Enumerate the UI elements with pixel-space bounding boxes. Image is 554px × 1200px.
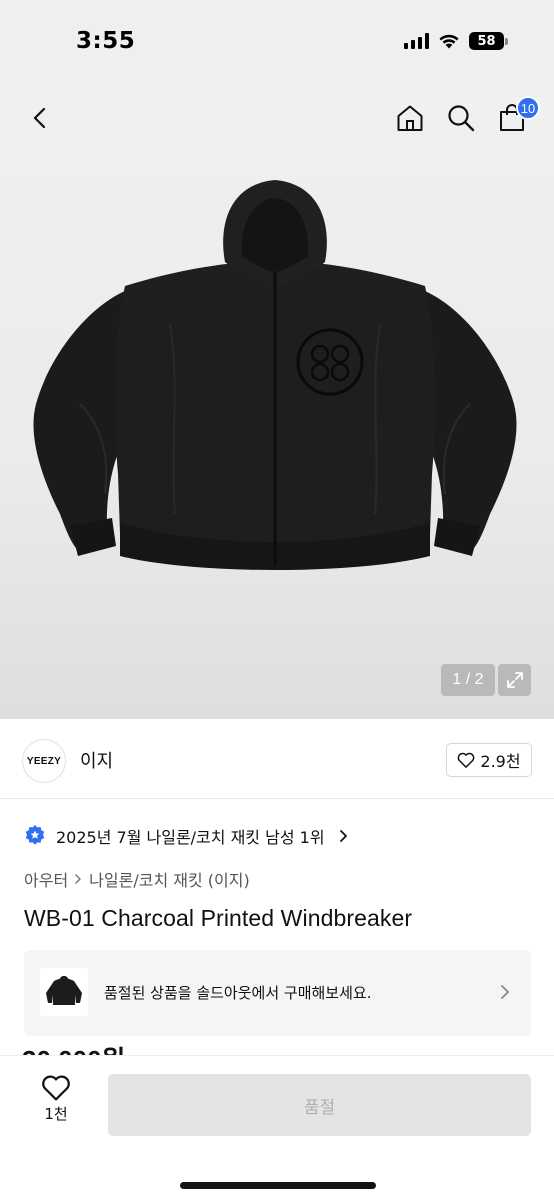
- heart-icon: [458, 752, 475, 768]
- soldout-text: 품절된 상품을 솔드아웃에서 구매해보세요.: [104, 984, 372, 1002]
- product-title: WB-01 Charcoal Printed Windbreaker: [24, 905, 413, 931]
- brand-row[interactable]: YEEZY 이지 2.9천: [0, 719, 554, 799]
- sold-out-button[interactable]: 품절: [108, 1074, 531, 1136]
- cart-badge: 10: [516, 96, 540, 120]
- breadcrumb-item-outer[interactable]: 아우터: [24, 867, 68, 891]
- expand-button[interactable]: [498, 664, 531, 696]
- brand-name[interactable]: 이지: [80, 747, 113, 773]
- top-navigation: 10: [0, 84, 554, 156]
- chevron-right-icon: [74, 873, 83, 885]
- battery-icon: 58: [469, 32, 508, 50]
- product-gallery[interactable]: 10 1 / 2: [0, 84, 554, 719]
- star-badge-icon: [25, 825, 45, 845]
- status-time: 3:55: [76, 28, 136, 54]
- home-icon: [397, 105, 423, 131]
- chevron-right-icon: [501, 985, 509, 999]
- bottom-action-bar: 1천 품절: [0, 1055, 554, 1200]
- search-icon: [448, 105, 475, 132]
- product-image[interactable]: [20, 174, 530, 584]
- brand-like-count: 2.9천: [480, 752, 521, 771]
- search-button[interactable]: [441, 98, 481, 138]
- soldout-thumbnail: [40, 968, 88, 1016]
- wishlist-count: 1천: [44, 1105, 68, 1123]
- wifi-icon: [439, 34, 459, 49]
- status-icons: 58: [404, 32, 508, 50]
- breadcrumb: 아우터 나일론/코치 재킷 (이지): [24, 867, 250, 891]
- status-bar: 3:55 58: [0, 0, 554, 84]
- back-button[interactable]: [20, 98, 60, 138]
- wishlist-button[interactable]: 1천: [30, 1074, 82, 1124]
- chevron-right-icon: [339, 829, 349, 843]
- battery-level: 58: [469, 32, 504, 50]
- ranking-text: 2025년 7월 나일론/코치 재킷 남성 1위: [56, 828, 325, 847]
- heart-icon: [42, 1075, 70, 1101]
- signal-icon: [404, 33, 429, 49]
- expand-icon: [506, 672, 523, 688]
- breadcrumb-item-category[interactable]: 나일론/코치 재킷 (이지): [89, 867, 250, 891]
- gallery-pager: 1 / 2: [441, 664, 495, 696]
- soldout-banner[interactable]: 품절된 상품을 솔드아웃에서 구매해보세요.: [24, 950, 531, 1036]
- ranking-link[interactable]: 2025년 7월 나일론/코치 재킷 남성 1위: [24, 822, 349, 850]
- home-button[interactable]: [390, 98, 430, 138]
- home-indicator: [180, 1182, 376, 1189]
- brand-logo[interactable]: YEEZY: [22, 739, 66, 783]
- brand-like-button[interactable]: 2.9천: [446, 743, 532, 777]
- chevron-left-icon: [33, 107, 46, 129]
- cart-button[interactable]: 10: [492, 96, 540, 138]
